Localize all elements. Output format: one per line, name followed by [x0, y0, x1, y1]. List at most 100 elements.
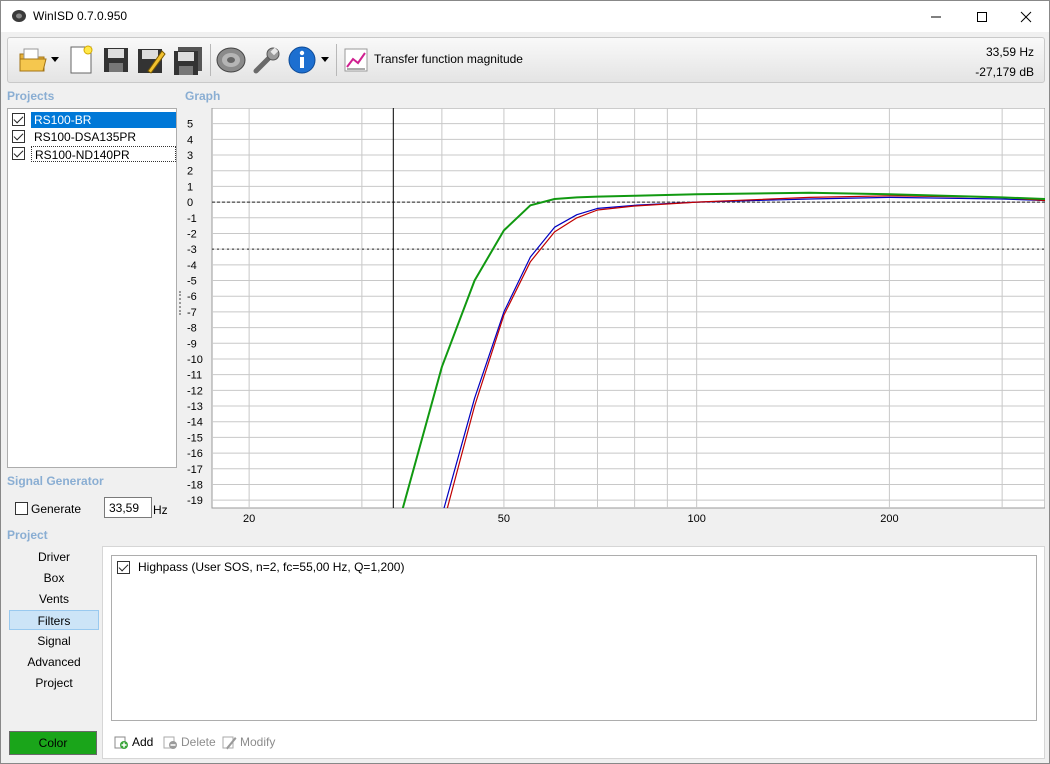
main-window: WinISD 0.7.0.950 Transfer function magni… — [0, 0, 1050, 764]
y-tick-label: -19 — [187, 495, 203, 507]
new-document-icon — [70, 45, 93, 74]
maximize-icon — [977, 11, 987, 22]
y-tick-label: -8 — [187, 323, 197, 335]
y-tick-label: 1 — [187, 181, 193, 193]
tools-button[interactable] — [250, 43, 284, 77]
x-tick-label: 20 — [243, 513, 255, 525]
y-tick-label: -18 — [187, 479, 203, 491]
toolbar-separator — [336, 44, 337, 76]
project-name: RS100-DSA135PR — [34, 130, 137, 144]
info-icon — [288, 46, 316, 74]
save-all-icon — [174, 47, 202, 75]
close-icon — [1020, 11, 1032, 22]
project-section-label: Project — [7, 528, 48, 542]
y-tick-label: -13 — [187, 401, 203, 413]
filters-panel: Highpass (User SOS, n=2, fc=55,00 Hz, Q=… — [102, 546, 1045, 759]
y-tick-label: -9 — [187, 338, 197, 350]
x-tick-label: 100 — [687, 513, 705, 525]
cursor-frequency-readout: 33,59 Hz — [985, 45, 1034, 59]
speaker-app-icon — [12, 10, 26, 22]
project-checkbox[interactable] — [12, 113, 25, 126]
delete-label: Delete — [181, 735, 216, 749]
save-as-button[interactable] — [134, 43, 168, 77]
nav-driver[interactable]: Driver — [9, 547, 99, 567]
generator-unit-label: Hz — [153, 503, 168, 517]
minimize-icon — [931, 16, 941, 17]
y-tick-label: 5 — [187, 119, 193, 131]
maximize-button[interactable] — [959, 1, 1005, 32]
graph-type-button[interactable] — [342, 43, 370, 77]
generate-checkbox[interactable] — [15, 502, 28, 515]
chevron-down-icon — [321, 57, 329, 62]
nav-filters[interactable]: Filters — [9, 610, 99, 630]
graph-type-label[interactable]: Transfer function magnitude — [374, 52, 523, 66]
project-checkbox[interactable] — [12, 147, 25, 160]
y-tick-label: 0 — [187, 197, 193, 209]
save-disk-icon — [104, 48, 128, 72]
generator-frequency-input[interactable]: 33,59 — [104, 497, 152, 518]
add-filter-button[interactable]: Add — [113, 733, 153, 751]
y-tick-label: -17 — [187, 464, 203, 476]
delete-filter-button[interactable]: Delete — [162, 733, 216, 751]
y-tick-label: -14 — [187, 417, 203, 429]
open-dropdown-button[interactable] — [50, 43, 60, 77]
graph-chart-icon — [344, 48, 368, 72]
open-button[interactable] — [16, 43, 50, 77]
y-tick-label: -16 — [187, 448, 203, 460]
speaker-icon — [216, 47, 246, 73]
projects-section-label: Projects — [7, 89, 55, 103]
project-name: RS100-ND140PR — [31, 146, 176, 162]
nav-project[interactable]: Project — [9, 673, 99, 693]
y-tick-label: -2 — [187, 228, 197, 240]
filters-list[interactable]: Highpass (User SOS, n=2, fc=55,00 Hz, Q=… — [111, 555, 1037, 721]
graph-section-label: Graph — [185, 89, 221, 103]
y-tick-label: 3 — [187, 150, 193, 162]
title-bar: WinISD 0.7.0.950 — [1, 1, 1049, 32]
save-edit-icon — [138, 49, 166, 74]
wrench-icon — [253, 47, 280, 74]
signal-generator-section-label: Signal Generator — [7, 474, 104, 488]
project-color-button[interactable]: Color — [9, 731, 97, 755]
y-tick-label: -7 — [187, 307, 197, 319]
nav-signal[interactable]: Signal — [9, 631, 99, 651]
save-all-button[interactable] — [170, 43, 206, 77]
about-dropdown-button[interactable] — [320, 43, 330, 77]
project-item[interactable]: RS100-ND140PR — [11, 146, 176, 162]
delete-icon — [163, 736, 177, 749]
folder-icon — [19, 48, 47, 72]
nav-vents[interactable]: Vents — [9, 589, 99, 609]
projects-list[interactable]: RS100-BR RS100-DSA135PR RS100-ND140PR — [7, 108, 177, 468]
new-project-button[interactable] — [66, 43, 96, 77]
window-title: WinISD 0.7.0.950 — [33, 9, 128, 23]
modify-filter-button[interactable]: Modify — [221, 733, 275, 751]
y-tick-label: -15 — [187, 432, 203, 444]
save-button[interactable] — [100, 43, 132, 77]
y-tick-label: -12 — [187, 385, 203, 397]
nav-box[interactable]: Box — [9, 568, 99, 588]
toolbar: Transfer function magnitude 33,59 Hz -27… — [7, 37, 1045, 83]
project-checkbox[interactable] — [12, 130, 25, 143]
y-tick-label: -1 — [187, 213, 197, 225]
y-tick-label: -11 — [187, 370, 202, 382]
y-tick-label: 4 — [187, 134, 193, 146]
project-name: RS100-BR — [31, 112, 176, 128]
transfer-function-graph[interactable]: 5 4 3 2 1 0 -1 -2 -3 -4 -5 -6 -7 -8 -9 -10 -11 -12 -13 -14 -… — [179, 108, 1045, 528]
x-tick-label: 50 — [498, 513, 510, 525]
y-tick-label: -4 — [187, 260, 197, 272]
project-item[interactable]: RS100-BR — [11, 112, 176, 128]
plot-background — [211, 108, 1045, 509]
chevron-down-icon — [51, 57, 59, 62]
x-tick-label: 200 — [880, 513, 898, 525]
minimize-button[interactable] — [913, 1, 959, 32]
y-tick-label: -10 — [187, 354, 203, 366]
project-item[interactable]: RS100-DSA135PR — [11, 129, 176, 145]
generate-label: Generate — [31, 502, 82, 516]
y-tick-label: -6 — [187, 291, 197, 303]
filter-checkbox[interactable] — [117, 561, 130, 574]
about-button[interactable] — [286, 43, 318, 77]
add-label: Add — [132, 735, 154, 749]
filter-item[interactable]: Highpass (User SOS, n=2, fc=55,00 Hz, Q=… — [116, 559, 616, 575]
driver-editor-button[interactable] — [214, 43, 248, 77]
close-button[interactable] — [1003, 1, 1049, 32]
nav-advanced[interactable]: Advanced — [9, 652, 99, 672]
